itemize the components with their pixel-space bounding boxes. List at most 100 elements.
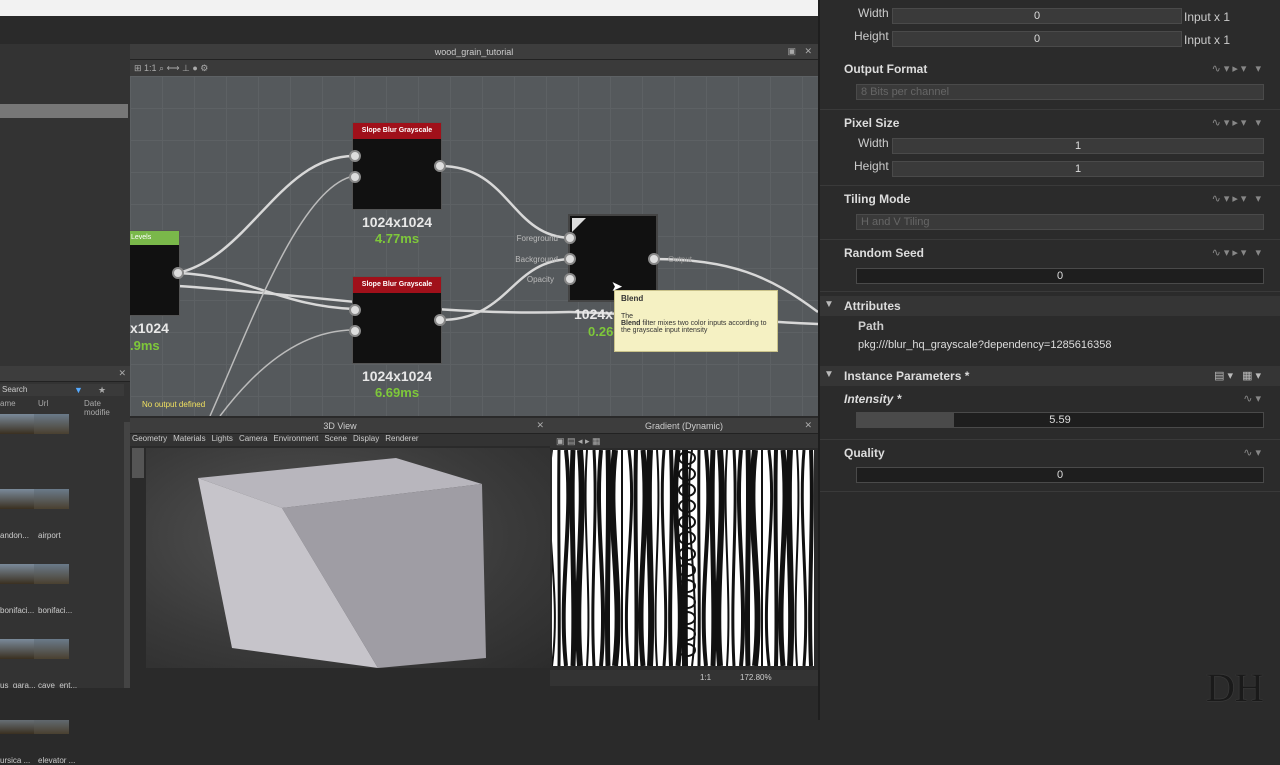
background-port[interactable] bbox=[564, 253, 576, 265]
levels-time: .9ms bbox=[130, 338, 160, 353]
width-field[interactable]: 0 bbox=[892, 8, 1182, 24]
hdri-thumbnail[interactable] bbox=[34, 414, 69, 434]
menu-display[interactable]: Display bbox=[353, 434, 379, 446]
node-title: Slope Blur Grayscale bbox=[353, 123, 441, 139]
hdri-thumbnail[interactable] bbox=[0, 489, 35, 509]
height-field[interactable]: 0 bbox=[892, 31, 1182, 47]
param-menu-icon[interactable]: ∿▾▸▾ ▾ bbox=[1212, 192, 1264, 205]
hdri-thumbnail[interactable] bbox=[0, 564, 35, 584]
ps-width-field[interactable]: 1 bbox=[892, 138, 1264, 154]
input-port[interactable] bbox=[349, 150, 361, 162]
node-title: Slope Blur Grayscale bbox=[353, 277, 441, 293]
menu-lights[interactable]: Lights bbox=[212, 434, 233, 446]
height-relative[interactable]: Input x 1 bbox=[1184, 33, 1230, 47]
output-port[interactable] bbox=[434, 160, 446, 172]
path-field[interactable]: pkg:///blur_hq_grayscale?dependency=1285… bbox=[856, 338, 1264, 354]
hdri-thumbnail[interactable] bbox=[0, 639, 35, 659]
output-label: Output bbox=[668, 255, 693, 264]
foreground-port[interactable] bbox=[564, 232, 576, 244]
float-icon[interactable]: ▣ bbox=[787, 46, 796, 57]
properties-panel: Width 0 Input x 1 Height 0 Input x 1 Out… bbox=[818, 0, 1280, 720]
attributes-header[interactable]: ▼ Attributes bbox=[820, 296, 1280, 316]
intensity-slider[interactable]: 5.59 bbox=[856, 412, 1264, 428]
tiling-field[interactable]: H and V Tiling bbox=[856, 214, 1264, 230]
item-url: airport bbox=[38, 531, 61, 540]
scrollbar[interactable] bbox=[124, 422, 130, 688]
param-menu-icon[interactable]: ∿▾▸▾ ▾ bbox=[1212, 246, 1264, 259]
grid-icon[interactable]: ⊞ 1:1 ⌕ ⟷ ⊥ ● ⚙ bbox=[134, 63, 208, 74]
node-time: 4.77ms bbox=[374, 231, 420, 246]
pixel-size-section: Pixel Size ∿▾▸▾ ▾ Width 1 Height 1 bbox=[820, 110, 1280, 186]
node-size: 1024x1024 bbox=[361, 368, 433, 384]
selected-row[interactable] bbox=[0, 104, 128, 118]
zoom-label[interactable]: 172.80% bbox=[740, 673, 772, 682]
menu-materials[interactable]: Materials bbox=[173, 434, 205, 446]
collapse-icon[interactable]: ▼ bbox=[824, 369, 834, 380]
input-port[interactable] bbox=[349, 304, 361, 316]
col-name[interactable]: ame bbox=[0, 399, 16, 408]
menu-environment[interactable]: Environment bbox=[273, 434, 318, 446]
param-menu-icon[interactable]: ∿▾ bbox=[1243, 392, 1264, 405]
input-port[interactable] bbox=[349, 325, 361, 337]
param-menu-icon[interactable]: ∿▾ bbox=[1243, 446, 1264, 459]
close-icon[interactable]: ✕ bbox=[804, 420, 812, 431]
menu-renderer[interactable]: Renderer bbox=[385, 434, 418, 446]
library-header: ✕ bbox=[0, 366, 130, 382]
doc-icons[interactable]: ▤▾ ▦▾ bbox=[1214, 369, 1264, 382]
3d-viewport[interactable] bbox=[146, 448, 550, 668]
ratio-label: 1:1 bbox=[700, 673, 712, 682]
input-port[interactable] bbox=[349, 171, 361, 183]
seed-field[interactable]: 0 bbox=[856, 268, 1264, 284]
ps-height-field[interactable]: 1 bbox=[892, 161, 1264, 177]
slope-blur-node-2[interactable]: Slope Blur Grayscale bbox=[352, 276, 442, 364]
opacity-port[interactable] bbox=[564, 273, 576, 285]
filter-icon[interactable]: ▼ bbox=[74, 384, 83, 396]
3d-view-menu: Geometry Materials Lights Camera Environment… bbox=[130, 434, 550, 446]
slope-blur-node-1[interactable]: Slope Blur Grayscale bbox=[352, 122, 442, 210]
quality-section: Quality ∿▾ 0 bbox=[820, 440, 1280, 492]
param-menu-icon[interactable]: ∿▾▸▾ ▾ bbox=[1212, 116, 1264, 129]
quality-field[interactable]: 0 bbox=[856, 467, 1264, 483]
output-port[interactable] bbox=[434, 314, 446, 326]
2d-texture-view[interactable] bbox=[552, 450, 814, 666]
toolbar-icons[interactable]: ▣ ▤ ◂ ▸ ▦ bbox=[556, 436, 601, 447]
attributes-label: Attributes bbox=[844, 299, 901, 313]
instance-params-header[interactable]: ▼ Instance Parameters * ▤▾ ▦▾ bbox=[820, 366, 1280, 386]
col-date[interactable]: Date modifie bbox=[84, 399, 128, 417]
menu-scene[interactable]: Scene bbox=[324, 434, 347, 446]
width-relative[interactable]: Input x 1 bbox=[1184, 10, 1230, 24]
instance-params-label: Instance Parameters * bbox=[844, 369, 970, 383]
hdri-thumbnail[interactable] bbox=[34, 489, 69, 509]
param-menu-icon[interactable]: ∿▾▸▾ ▾ bbox=[1212, 62, 1264, 75]
3d-side-toolbar[interactable] bbox=[132, 448, 144, 478]
tooltip-title: Blend bbox=[621, 294, 644, 303]
seed-section: Random Seed ∿▾▸▾ ▾ 0 bbox=[820, 240, 1280, 292]
foreground-label: Foreground bbox=[516, 234, 558, 243]
output-format-field[interactable]: 8 Bits per channel bbox=[856, 84, 1264, 100]
close-icon[interactable]: ✕ bbox=[536, 420, 544, 431]
hdri-thumbnail[interactable] bbox=[34, 564, 69, 584]
output-format-label: Output Format bbox=[844, 62, 928, 76]
close-icon[interactable]: ✕ bbox=[118, 368, 126, 379]
2d-view-title: Gradient (Dynamic) bbox=[644, 420, 724, 431]
item-url: elevator ... bbox=[38, 756, 76, 765]
close-icon[interactable]: ✕ bbox=[804, 46, 812, 57]
quality-label: Quality bbox=[844, 446, 885, 460]
background-label: Background bbox=[515, 255, 558, 264]
col-url[interactable]: Url bbox=[38, 399, 48, 408]
collapse-icon[interactable]: ▼ bbox=[824, 299, 834, 310]
menu-geometry[interactable]: Geometry bbox=[132, 434, 167, 446]
node-graph[interactable]: Levels x1024 .9ms Slope Blur Grayscale 1… bbox=[130, 76, 818, 416]
tooltip-body: Blend filter mixes two color inputs acco… bbox=[621, 320, 767, 334]
levels-size: x1024 bbox=[130, 320, 169, 336]
cube-render bbox=[198, 458, 486, 668]
star-icon[interactable]: ★ bbox=[98, 384, 106, 396]
menu-camera[interactable]: Camera bbox=[239, 434, 267, 446]
blend-output-port[interactable] bbox=[648, 253, 660, 265]
hdri-thumbnail[interactable] bbox=[34, 639, 69, 659]
library-search[interactable]: Search ▼ ★ bbox=[0, 384, 124, 396]
levels-output-port[interactable] bbox=[172, 267, 184, 279]
hdri-thumbnail[interactable] bbox=[0, 414, 35, 434]
blend-tooltip: Blend The Blend filter mixes two color i… bbox=[614, 290, 778, 352]
top-white-bar bbox=[0, 0, 820, 16]
